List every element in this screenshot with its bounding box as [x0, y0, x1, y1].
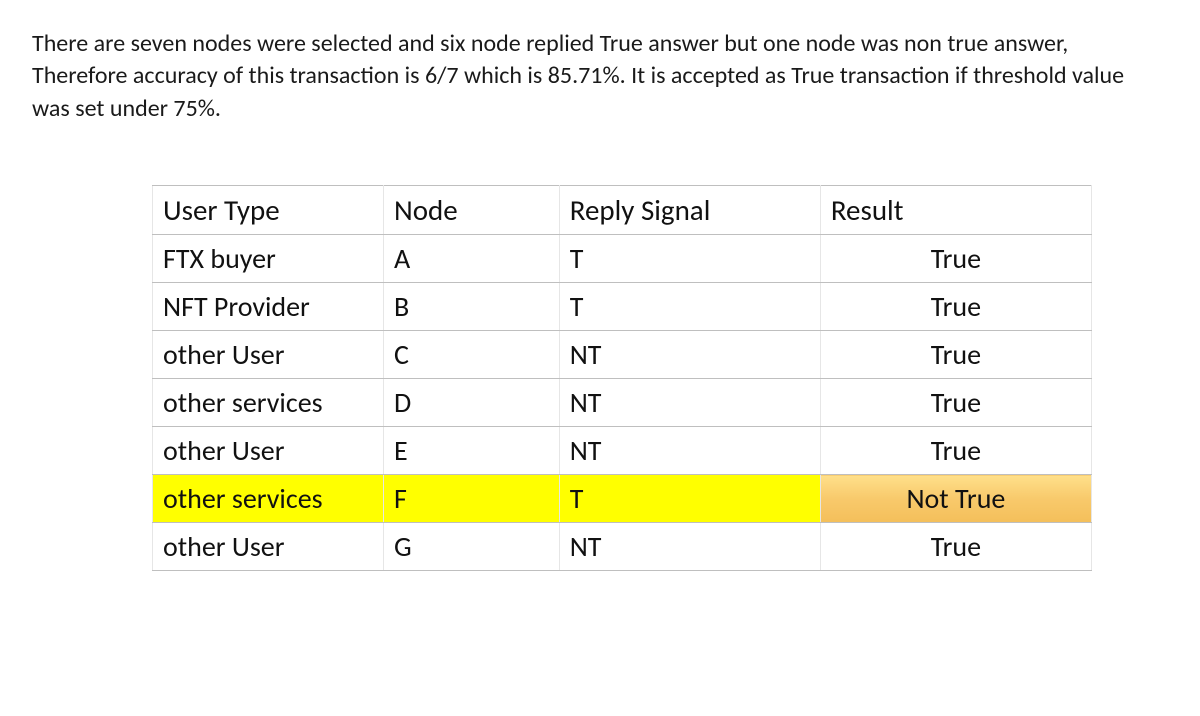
cell-node: F [383, 475, 559, 523]
table-container: User Type Node Reply Signal Result FTX b… [152, 185, 1092, 571]
cell-reply-signal: NT [559, 523, 820, 571]
table-row: other services D NT True [153, 379, 1092, 427]
cell-reply-signal: NT [559, 331, 820, 379]
cell-user-type: other services [153, 475, 384, 523]
table-row: other User C NT True [153, 331, 1092, 379]
cell-reply-signal: T [559, 283, 820, 331]
cell-node: D [383, 379, 559, 427]
col-reply-signal: Reply Signal [559, 186, 820, 235]
cell-user-type: other User [153, 331, 384, 379]
cell-result: True [820, 379, 1091, 427]
table-row: other User G NT True [153, 523, 1092, 571]
cell-user-type: other User [153, 523, 384, 571]
cell-result: True [820, 523, 1091, 571]
node-result-table: User Type Node Reply Signal Result FTX b… [152, 185, 1092, 571]
table-row: FTX buyer A T True [153, 235, 1092, 283]
cell-user-type: FTX buyer [153, 235, 384, 283]
cell-reply-signal: NT [559, 379, 820, 427]
description-paragraph: There are seven nodes were selected and … [32, 28, 1152, 125]
cell-result: True [820, 331, 1091, 379]
table-row: NFT Provider B T True [153, 283, 1092, 331]
cell-user-type: other User [153, 427, 384, 475]
table-header-row: User Type Node Reply Signal Result [153, 186, 1092, 235]
cell-result-not-true: Not True [820, 475, 1091, 523]
table-row: other User E NT True [153, 427, 1092, 475]
col-result: Result [820, 186, 1091, 235]
cell-user-type: other services [153, 379, 384, 427]
cell-node: G [383, 523, 559, 571]
table-row-highlight: other services F T Not True [153, 475, 1092, 523]
cell-result: True [820, 427, 1091, 475]
cell-node: B [383, 283, 559, 331]
col-user-type: User Type [153, 186, 384, 235]
document-page: There are seven nodes were selected and … [0, 0, 1200, 599]
cell-node: E [383, 427, 559, 475]
col-node: Node [383, 186, 559, 235]
cell-result: True [820, 235, 1091, 283]
cell-result: True [820, 283, 1091, 331]
cell-node: A [383, 235, 559, 283]
cell-reply-signal: T [559, 475, 820, 523]
cell-reply-signal: NT [559, 427, 820, 475]
cell-node: C [383, 331, 559, 379]
cell-reply-signal: T [559, 235, 820, 283]
cell-user-type: NFT Provider [153, 283, 384, 331]
